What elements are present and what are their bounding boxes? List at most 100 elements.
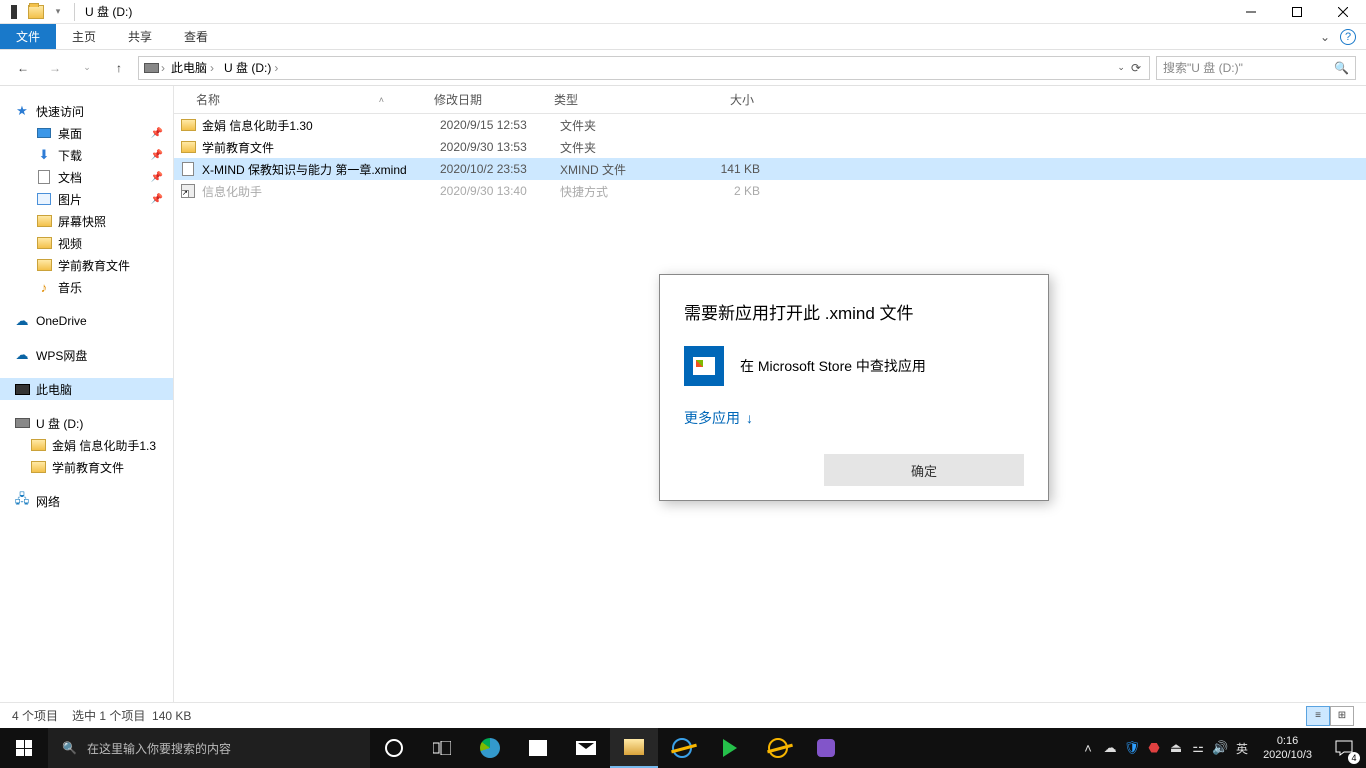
- help-icon[interactable]: ?: [1340, 29, 1356, 45]
- store-option-label: 在 Microsoft Store 中查找应用: [740, 356, 926, 376]
- col-type[interactable]: 类型: [554, 91, 674, 108]
- refresh-icon[interactable]: ⟳: [1131, 61, 1141, 75]
- ribbon-expand-icon[interactable]: ⌄: [1320, 30, 1330, 44]
- folder-icon: [36, 235, 52, 251]
- start-button[interactable]: [0, 728, 48, 768]
- file-row[interactable]: 学前教育文件2020/9/30 13:53文件夹: [174, 136, 1366, 158]
- col-size[interactable]: 大小: [674, 91, 764, 108]
- taskbar-store[interactable]: [514, 728, 562, 768]
- cortana-button[interactable]: [370, 728, 418, 768]
- forward-button[interactable]: →: [42, 55, 68, 81]
- tray-onedrive-icon[interactable]: ☁: [1099, 740, 1121, 756]
- picture-icon: [36, 191, 52, 207]
- ok-button[interactable]: 确定: [824, 454, 1024, 486]
- pc-icon: [14, 381, 30, 397]
- tray-wifi-icon[interactable]: ⚍: [1187, 740, 1209, 756]
- tray-clock[interactable]: 0:162020/10/3: [1253, 734, 1322, 762]
- sidebar: ★快速访问 桌面📌 ⬇下载📌 文档📌 图片📌 屏幕快照 视频 学前教育文件 ♪音…: [0, 86, 174, 728]
- pin-icon: 📌: [151, 150, 163, 161]
- notifications-button[interactable]: 4: [1322, 728, 1366, 768]
- col-name[interactable]: 名称˄: [174, 91, 434, 108]
- file-row[interactable]: ↗信息化助手2020/9/30 13:40快捷方式2 KB: [174, 180, 1366, 202]
- search-icon[interactable]: 🔍: [1334, 61, 1349, 75]
- back-button[interactable]: ←: [10, 55, 36, 81]
- col-date[interactable]: 修改日期: [434, 91, 554, 108]
- sidebar-thispc[interactable]: 此电脑: [0, 378, 173, 400]
- sidebar-screenshots[interactable]: 屏幕快照: [0, 210, 173, 232]
- sidebar-documents[interactable]: 文档📌: [0, 166, 173, 188]
- tray-security-icon[interactable]: 🛡: [1121, 740, 1143, 756]
- sidebar-usb-folder1[interactable]: 金娟 信息化助手1.3: [0, 434, 173, 456]
- document-icon: [36, 169, 52, 185]
- taskbar-ie[interactable]: [658, 728, 706, 768]
- tab-view[interactable]: 查看: [168, 24, 224, 49]
- view-icons-button[interactable]: ⊞: [1330, 706, 1354, 726]
- taskbar-app[interactable]: [802, 728, 850, 768]
- status-bar: 4 个项目 选中 1 个项目 140 KB ≡ ⊞: [0, 702, 1366, 728]
- sidebar-videos[interactable]: 视频: [0, 232, 173, 254]
- maximize-button[interactable]: [1274, 0, 1320, 24]
- sidebar-wps[interactable]: ☁WPS网盘: [0, 344, 173, 366]
- ribbon: 文件 主页 共享 查看 ⌄ ?: [0, 24, 1366, 50]
- close-button[interactable]: [1320, 0, 1366, 24]
- sidebar-downloads[interactable]: ⬇下载📌: [0, 144, 173, 166]
- pin-icon: 📌: [151, 128, 163, 139]
- desktop-icon: [36, 125, 52, 141]
- pin-icon: 📌: [151, 194, 163, 205]
- crumb-thispc[interactable]: 此电脑›: [167, 57, 218, 79]
- sidebar-folder-edu[interactable]: 学前教育文件: [0, 254, 173, 276]
- taskbar-search[interactable]: 🔍在这里输入你要搜索的内容: [48, 728, 370, 768]
- search-box[interactable]: 搜索"U 盘 (D:)" 🔍: [1156, 56, 1356, 80]
- qat-folder-icon[interactable]: [26, 2, 46, 22]
- file-date: 2020/10/2 23:53: [440, 162, 560, 176]
- sidebar-desktop[interactable]: 桌面📌: [0, 122, 173, 144]
- sidebar-usb-folder2[interactable]: 学前教育文件: [0, 456, 173, 478]
- up-button[interactable]: ↑: [106, 55, 132, 81]
- star-icon: ★: [14, 103, 30, 119]
- sidebar-quick-access[interactable]: ★快速访问: [0, 100, 173, 122]
- crumb-drive[interactable]: U 盘 (D:)›: [220, 57, 282, 79]
- task-view-button[interactable]: [418, 728, 466, 768]
- tray-eject-icon[interactable]: ⏏: [1165, 740, 1187, 756]
- recent-dropdown[interactable]: ⌄: [74, 55, 100, 81]
- taskbar-explorer[interactable]: [610, 728, 658, 768]
- tab-home[interactable]: 主页: [56, 24, 112, 49]
- sidebar-pictures[interactable]: 图片📌: [0, 188, 173, 210]
- tray-volume-icon[interactable]: 🔊: [1209, 740, 1231, 756]
- status-selection: 选中 1 个项目 140 KB: [72, 707, 191, 724]
- taskbar: 🔍在这里输入你要搜索的内容 ˄ ☁ 🛡 ⬣ ⏏ ⚍ 🔊 英 0:162020/1…: [0, 728, 1366, 768]
- address-dropdown-icon[interactable]: ⌄: [1117, 62, 1125, 73]
- sidebar-usb-drive[interactable]: U 盘 (D:): [0, 412, 173, 434]
- minimize-button[interactable]: [1228, 0, 1274, 24]
- file-row[interactable]: X-MIND 保教知识与能力 第一章.xmind2020/10/2 23:53X…: [174, 158, 1366, 180]
- taskbar-ie2[interactable]: [754, 728, 802, 768]
- qat-dropdown-icon[interactable]: ▾: [48, 2, 68, 22]
- sidebar-onedrive[interactable]: ☁OneDrive: [0, 310, 173, 332]
- folder-icon: [36, 213, 52, 229]
- tray-ime[interactable]: 英: [1231, 740, 1253, 757]
- more-apps-link[interactable]: 更多应用↓: [684, 408, 1024, 428]
- taskbar-edge[interactable]: [466, 728, 514, 768]
- dialog-title: 需要新应用打开此 .xmind 文件: [684, 299, 1024, 324]
- file-name: 金娟 信息化助手1.30: [202, 117, 440, 134]
- title-bar: ▾ U 盘 (D:): [0, 0, 1366, 24]
- sidebar-music[interactable]: ♪音乐: [0, 276, 173, 298]
- tab-share[interactable]: 共享: [112, 24, 168, 49]
- file-type: 文件夹: [560, 139, 680, 156]
- nav-bar: ← → ⌄ ↑ › 此电脑› U 盘 (D:)› ⌄ ⟳ 搜索"U 盘 (D:)…: [0, 50, 1366, 86]
- file-icon: [180, 139, 196, 155]
- tray-app-icon[interactable]: ⬣: [1143, 740, 1165, 756]
- file-type: 快捷方式: [560, 183, 680, 200]
- taskbar-mail[interactable]: [562, 728, 610, 768]
- sidebar-network[interactable]: 🖧网络: [0, 490, 173, 512]
- search-placeholder: 搜索"U 盘 (D:)": [1163, 59, 1243, 76]
- sort-indicator-icon: ˄: [379, 95, 384, 105]
- address-bar[interactable]: › 此电脑› U 盘 (D:)› ⌄ ⟳: [138, 56, 1150, 80]
- store-option[interactable]: 在 Microsoft Store 中查找应用: [684, 346, 1024, 386]
- taskbar-media[interactable]: [706, 728, 754, 768]
- tab-file[interactable]: 文件: [0, 24, 56, 49]
- view-details-button[interactable]: ≡: [1306, 706, 1330, 726]
- tray-overflow-icon[interactable]: ˄: [1077, 741, 1099, 756]
- file-row[interactable]: 金娟 信息化助手1.302020/9/15 12:53文件夹: [174, 114, 1366, 136]
- pin-icon: 📌: [151, 172, 163, 183]
